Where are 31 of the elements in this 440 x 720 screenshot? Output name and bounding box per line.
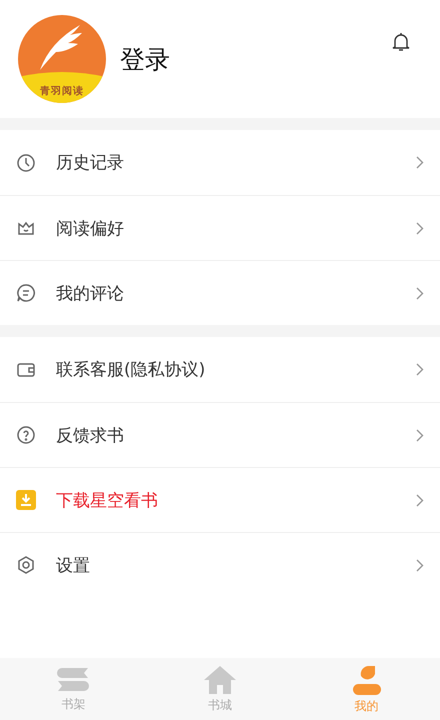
menu-label: 联系客服(隐私协议) <box>56 359 206 381</box>
help-icon <box>16 425 36 445</box>
menu-item[interactable]: 阅读偏好 <box>0 195 440 260</box>
clock-icon <box>16 152 36 172</box>
chevron-icon <box>416 156 424 169</box>
menu-item[interactable]: 历史记录 <box>0 130 440 195</box>
login-link[interactable]: 登录 <box>120 42 170 76</box>
menu-item[interactable]: 下载星空看书 <box>0 467 440 532</box>
chevron-icon <box>416 286 424 300</box>
chevron-icon <box>416 558 424 572</box>
chevron-icon <box>416 222 424 234</box>
books-icon <box>56 666 90 694</box>
chevron-icon <box>416 363 424 376</box>
menu-label: 设置 <box>56 554 91 576</box>
menu-label: 我的评论 <box>56 282 125 304</box>
chevron-icon <box>416 494 424 506</box>
menu-label: 下载星空看书 <box>56 490 159 512</box>
settings-icon <box>16 555 36 575</box>
menu-label: 阅读偏好 <box>56 218 125 240</box>
app-logo: 青羽阅读 <box>18 15 106 103</box>
chevron-icon <box>416 428 424 442</box>
person-icon <box>350 664 383 696</box>
menu-item[interactable]: 联系客服(隐私协议) <box>0 337 440 402</box>
menu-item[interactable]: 反馈求书 <box>0 402 440 467</box>
notification-bell-icon[interactable] <box>392 32 410 52</box>
chat-icon <box>16 283 36 303</box>
menu-item[interactable]: 设置 <box>0 532 440 597</box>
menu-label: 反馈求书 <box>56 424 125 446</box>
menu-label: 历史记录 <box>56 152 125 174</box>
home-icon <box>203 664 237 694</box>
download-icon <box>16 490 36 510</box>
